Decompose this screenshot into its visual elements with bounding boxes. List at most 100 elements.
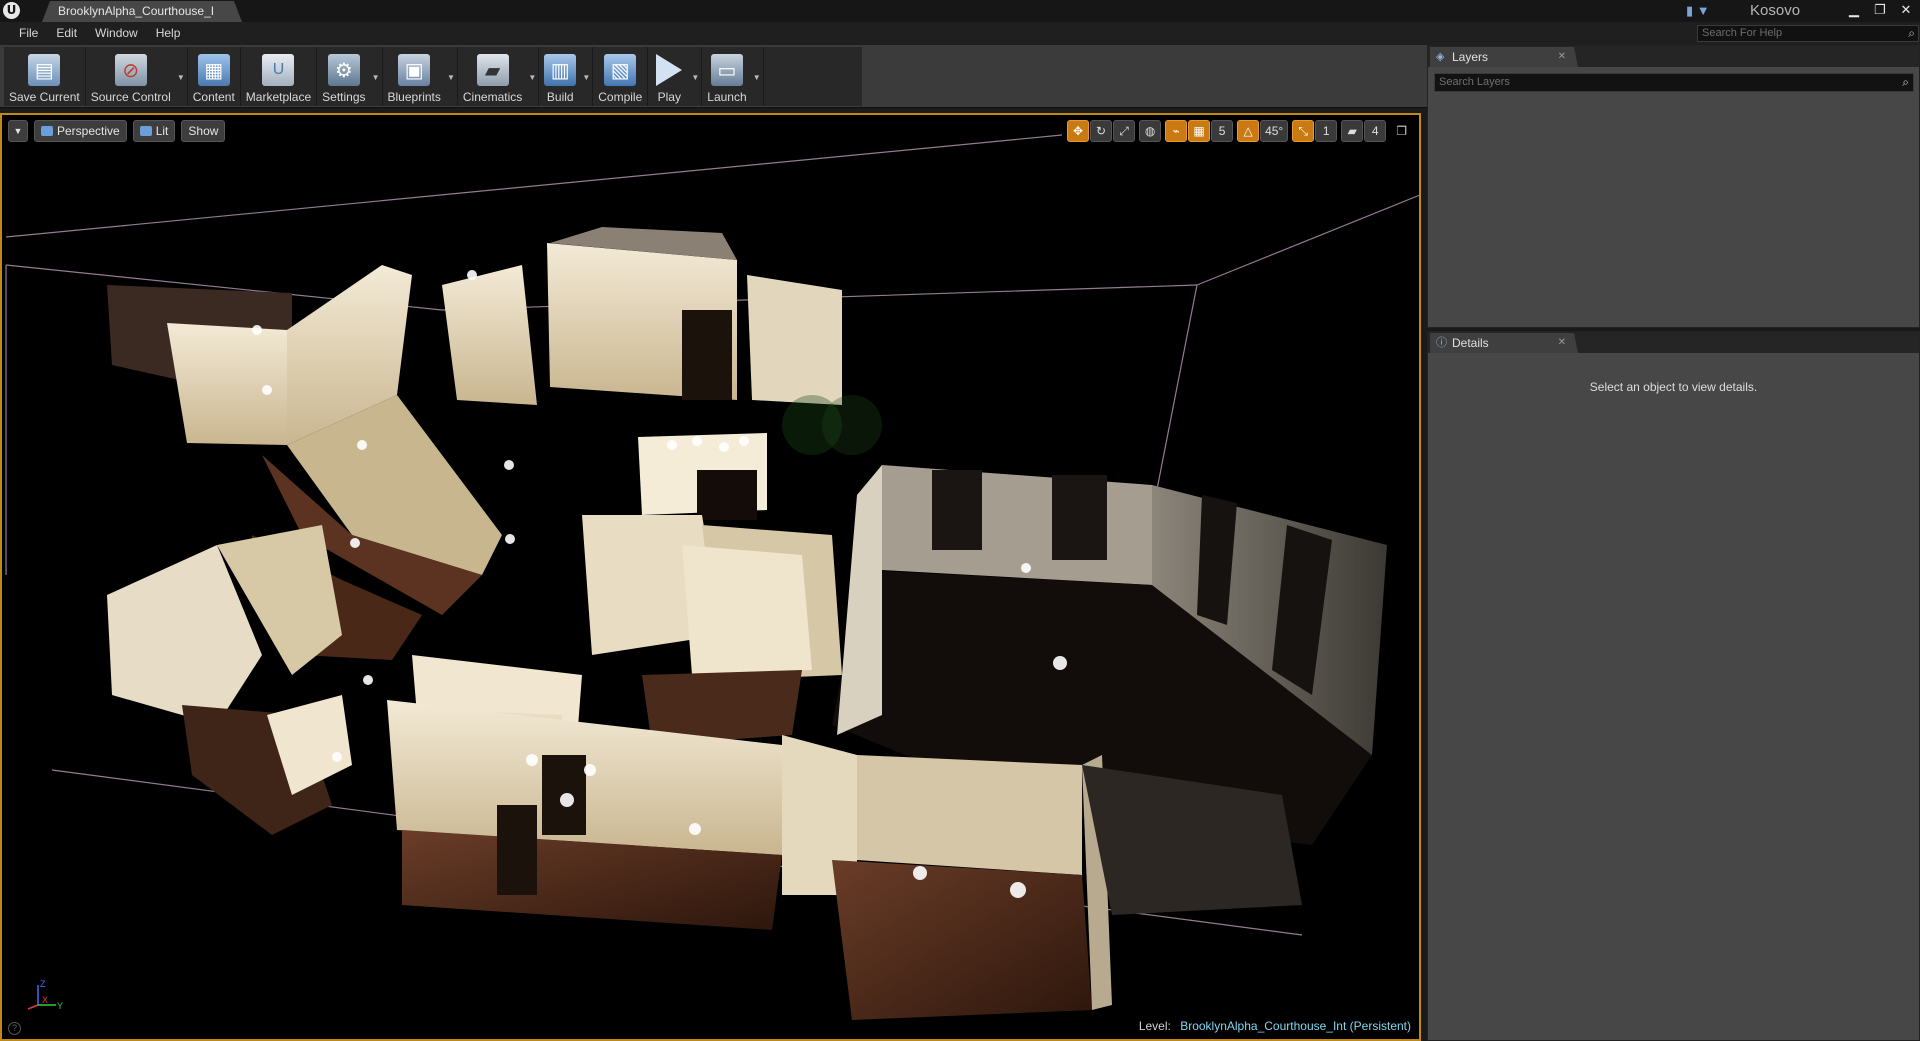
translate-tool-icon[interactable]: ✥	[1067, 120, 1090, 142]
compile-icon: ▧	[604, 54, 637, 86]
scale-tool-icon[interactable]: ⤢	[1113, 120, 1136, 142]
cinematics-icon: ▰	[476, 54, 509, 86]
chevron-down-icon[interactable]: ▼	[753, 73, 761, 82]
title-bar: U BrooklynAlpha_Courthouse_I ▮ ▼ Kosovo …	[0, 0, 1920, 22]
search-layers-placeholder: Search Layers	[1439, 76, 1510, 88]
play-label: Play	[657, 90, 681, 104]
help-search-input[interactable]: Search For Help ⌕	[1697, 25, 1919, 42]
compile-button[interactable]: ▧ Compile	[593, 47, 649, 106]
level-viewport[interactable]: ▼ Perspective Lit Show ✥ ↻ ⤢ ◍ ⌁ ▦ 5 △ 4…	[0, 113, 1421, 1041]
window-controls: ▁ ❐ ✕	[1846, 0, 1914, 22]
lit-button[interactable]: Lit	[132, 120, 176, 142]
camera-speed-value[interactable]: 4	[1364, 120, 1387, 142]
play-button[interactable]: Play ▼	[648, 47, 703, 106]
build-icon: ▥	[544, 54, 577, 86]
coordinate-system-icon[interactable]: ◍	[1139, 120, 1162, 142]
chevron-down-icon[interactable]: ▼	[177, 73, 185, 82]
save-current-button[interactable]: ▤ Save Current	[4, 47, 86, 106]
menu-file[interactable]: File	[10, 22, 47, 45]
tab-layers[interactable]: ◈ Layers ✕	[1430, 47, 1578, 67]
chevron-down-icon[interactable]: ▼	[691, 73, 699, 82]
search-layers-input[interactable]: Search Layers ⌕	[1434, 73, 1914, 92]
source-control-label: Source Control	[90, 90, 171, 104]
settings-button[interactable]: ⚙ Settings ▼	[317, 47, 383, 106]
source-control-icon: ⊘	[114, 54, 147, 86]
document-tab[interactable]: BrooklynAlpha_Courthouse_I	[42, 1, 242, 22]
details-icon: ⓘ	[1436, 337, 1447, 349]
chevron-down-icon[interactable]: ▼	[447, 73, 455, 82]
perspective-label: Perspective	[57, 124, 120, 138]
maximize-viewport-icon[interactable]: ❐	[1396, 124, 1407, 138]
build-button[interactable]: ▥ Build ▼	[539, 47, 594, 106]
menu-help[interactable]: Help	[147, 22, 190, 45]
project-name: Kosovo	[1750, 2, 1801, 19]
settings-label: Settings	[322, 90, 366, 104]
source-status-icon[interactable]: ▼	[1697, 3, 1710, 18]
current-level-label: Level: BrooklynAlpha_Courthouse_Int (Per…	[1139, 1019, 1411, 1033]
main-toolbar: ▤ Save Current ⊘ Source Control ▼ ▦ Cont…	[0, 45, 1427, 108]
scene-render[interactable]	[2, 115, 1419, 1039]
source-control-button[interactable]: ⊘ Source Control ▼	[86, 47, 188, 106]
chevron-down-icon[interactable]: ▼	[582, 73, 590, 82]
marketplace-label: Marketplace	[245, 90, 312, 104]
rotate-tool-icon[interactable]: ↻	[1090, 120, 1113, 142]
unreal-logo-icon: U	[3, 2, 20, 19]
show-label: Show	[188, 124, 219, 138]
help-search-placeholder: Search For Help	[1702, 27, 1783, 39]
minimize-button[interactable]: ▁	[1846, 0, 1862, 22]
cinematics-label: Cinematics	[462, 90, 523, 104]
lit-icon	[139, 126, 152, 136]
marketplace-icon: U	[262, 54, 295, 86]
menu-window[interactable]: Window	[86, 22, 147, 45]
camera-speed-icon[interactable]: ▰	[1341, 120, 1364, 142]
close-icon[interactable]: ✕	[1558, 47, 1566, 67]
launch-label: Launch	[707, 90, 747, 104]
blueprints-button[interactable]: ▣ Blueprints ▼	[383, 47, 458, 106]
axis-gizmo: Z Y X	[27, 979, 63, 1011]
axis-x-label: X	[42, 995, 48, 1005]
settings-icon: ⚙	[327, 54, 360, 86]
save-icon: ▤	[28, 54, 61, 86]
launch-icon: ▭	[710, 54, 743, 86]
tab-details[interactable]: ⓘ Details ✕	[1430, 333, 1578, 353]
viewport-options: ▼ Perspective Lit Show	[8, 120, 226, 142]
notification-icons[interactable]: ▮ ▼	[1686, 3, 1710, 19]
close-icon[interactable]: ✕	[1558, 333, 1566, 353]
launch-button[interactable]: ▭ Launch ▼	[702, 47, 764, 106]
lens-flare	[822, 395, 882, 455]
perspective-button[interactable]: Perspective	[34, 120, 127, 142]
content-button[interactable]: ▦ Content	[188, 47, 241, 106]
build-label: Build	[546, 90, 574, 104]
chat-icon[interactable]: ▮	[1686, 3, 1693, 18]
grid-snap-icon[interactable]: ▦	[1188, 120, 1211, 142]
viewport-menu-button[interactable]: ▼	[8, 120, 28, 142]
close-button[interactable]: ✕	[1898, 0, 1914, 22]
play-icon	[653, 54, 685, 86]
lit-label: Lit	[155, 124, 169, 138]
details-panel: ⓘ Details ✕ Select an object to view det…	[1427, 331, 1920, 1041]
show-button[interactable]: Show	[181, 120, 226, 142]
restore-button[interactable]: ❐	[1872, 0, 1888, 22]
marketplace-button[interactable]: U Marketplace	[241, 47, 318, 106]
details-tab-label: Details	[1452, 336, 1489, 350]
surface-snap-icon[interactable]: ⌁	[1165, 120, 1188, 142]
scale-snap-icon[interactable]: ⤡	[1292, 120, 1315, 142]
rotation-snap-value[interactable]: 45°	[1260, 120, 1289, 142]
chevron-down-icon[interactable]: ▼	[372, 73, 380, 82]
grid-snap-value[interactable]: 5	[1211, 120, 1234, 142]
compile-label: Compile	[598, 90, 643, 104]
layers-tabstrip: ◈ Layers ✕	[1428, 46, 1919, 67]
rotation-snap-icon[interactable]: △	[1237, 120, 1260, 142]
axis-z-label: Z	[40, 979, 46, 989]
content-label: Content	[192, 90, 235, 104]
blueprints-label: Blueprints	[387, 90, 441, 104]
perspective-icon	[41, 126, 53, 136]
right-panel-column: ◈ Layers ✕ Search Layers ⌕ ⓘ Details ✕ S…	[1427, 45, 1920, 1041]
help-icon[interactable]: ?	[8, 1022, 21, 1035]
axis-y-label: Y	[57, 1001, 63, 1011]
menu-edit[interactable]: Edit	[47, 22, 86, 45]
layers-panel: ◈ Layers ✕ Search Layers ⌕	[1427, 45, 1920, 328]
chevron-down-icon[interactable]: ▼	[528, 73, 536, 82]
cinematics-button[interactable]: ▰ Cinematics ▼	[458, 47, 540, 106]
scale-snap-value[interactable]: 1	[1315, 120, 1338, 142]
